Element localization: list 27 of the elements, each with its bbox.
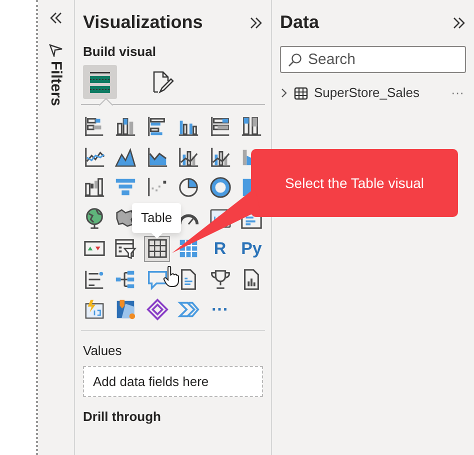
- hand-cursor-icon: [163, 266, 179, 288]
- donut-chart-icon[interactable]: [207, 174, 233, 200]
- tooltip: Table: [132, 203, 182, 232]
- python-visual-button[interactable]: Py: [238, 236, 264, 262]
- pane-title: Visualizations: [83, 11, 203, 34]
- expand-icon[interactable]: [249, 16, 263, 28]
- more-visuals-button[interactable]: ···: [207, 296, 233, 322]
- expand-icon[interactable]: [452, 16, 466, 28]
- filters-pane-title[interactable]: Filters: [48, 61, 64, 106]
- collapse-icon[interactable]: [49, 12, 63, 24]
- filter-icon: [49, 43, 63, 57]
- r-visual-button[interactable]: R: [207, 236, 233, 262]
- pane-title: Data: [280, 11, 320, 34]
- chevron-right-icon[interactable]: [280, 88, 288, 98]
- table-icon[interactable]: [144, 236, 170, 262]
- search-field[interactable]: Search: [280, 46, 466, 73]
- table-name[interactable]: SuperStore_Sales: [314, 83, 445, 103]
- drop-field[interactable]: Add data fields here: [83, 366, 263, 397]
- search-icon: [288, 53, 302, 67]
- fields-icon[interactable]: [83, 64, 117, 98]
- section-label: Build visual: [82, 43, 157, 61]
- diamond-icon[interactable]: [144, 296, 170, 322]
- table-icon: [294, 86, 308, 100]
- section-label: Drill through: [82, 408, 162, 426]
- callout-text: Select the Table visual: [284, 174, 424, 192]
- values-label: Values: [82, 342, 123, 360]
- more-options-button[interactable]: ···: [451, 83, 466, 103]
